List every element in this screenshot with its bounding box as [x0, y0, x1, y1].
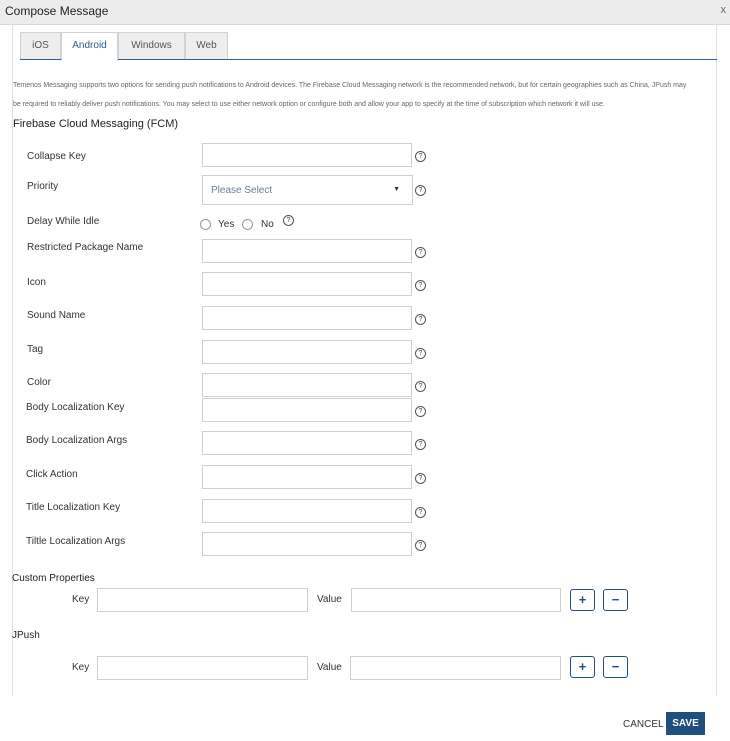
custom-value-label: Value [317, 594, 342, 605]
color-input[interactable] [202, 373, 412, 397]
title-loc-key-input[interactable] [202, 499, 412, 523]
jpush-value-input[interactable] [350, 656, 561, 680]
close-icon[interactable]: x [721, 4, 727, 16]
icon-help-icon[interactable]: ? [415, 280, 426, 291]
tab-divider [20, 59, 717, 60]
collapse-key-input[interactable] [202, 143, 412, 167]
tab-web[interactable]: Web [185, 32, 228, 59]
chevron-down-icon: ▼ [393, 186, 400, 193]
tab-ios[interactable]: iOS [20, 32, 61, 59]
click-action-label: Click Action [26, 469, 78, 480]
custom-key-label: Key [72, 594, 90, 605]
sound-name-label: Sound Name [27, 310, 86, 321]
icon-label: Icon [27, 277, 46, 288]
restricted-package-label: Restricted Package Name [27, 242, 144, 253]
click-action-help-icon[interactable]: ? [415, 473, 426, 484]
title-loc-args-input[interactable] [202, 532, 412, 556]
body-loc-args-help-icon[interactable]: ? [415, 439, 426, 450]
delay-while-idle-label: Delay While Idle [27, 216, 100, 227]
title-loc-args-label: Tiltle Localization Args [26, 536, 126, 547]
title-loc-key-help-icon[interactable]: ? [415, 507, 426, 518]
custom-add-button[interactable]: + [570, 589, 595, 611]
jpush-remove-button[interactable]: − [603, 656, 628, 678]
cancel-button[interactable]: CANCEL [623, 719, 664, 730]
delay-no-label: No [261, 219, 274, 230]
jpush-key-label: Key [72, 662, 90, 673]
title-loc-args-help-icon[interactable]: ? [415, 540, 426, 551]
body-loc-key-label: Body Localization Key [26, 402, 125, 413]
jpush-add-button[interactable]: + [570, 656, 595, 678]
jpush-key-input[interactable] [97, 656, 308, 680]
save-button[interactable]: SAVE [666, 712, 705, 735]
delay-yes-label: Yes [218, 219, 235, 230]
restricted-package-help-icon[interactable]: ? [415, 247, 426, 258]
delay-yes-radio[interactable] [200, 219, 211, 230]
jpush-value-label: Value [317, 662, 342, 673]
tab-android[interactable]: Android [61, 32, 118, 61]
icon-input[interactable] [202, 272, 412, 296]
priority-help-icon[interactable]: ? [415, 185, 426, 196]
intro-line-1: Temenos Messaging supports two options f… [13, 82, 687, 89]
restricted-package-input[interactable] [202, 239, 412, 263]
priority-placeholder: Please Select [211, 185, 273, 196]
tag-input[interactable] [202, 340, 412, 364]
delay-no-radio[interactable] [242, 219, 253, 230]
tag-label: Tag [27, 344, 44, 355]
color-help-icon[interactable]: ? [415, 381, 426, 392]
tab-windows[interactable]: Windows [118, 32, 185, 59]
body-loc-args-label: Body Localization Args [26, 435, 128, 446]
window-title: Compose Message [5, 4, 109, 18]
sound-name-input[interactable] [202, 306, 412, 330]
delay-while-idle-help-icon[interactable]: ? [283, 215, 294, 226]
color-label: Color [27, 377, 51, 388]
title-loc-key-label: Title Localization Key [26, 502, 121, 513]
fcm-section-title: Firebase Cloud Messaging (FCM) [13, 118, 179, 130]
body-loc-args-input[interactable] [202, 431, 412, 455]
priority-select[interactable]: Please Select ▼ [202, 175, 413, 205]
custom-remove-button[interactable]: − [603, 589, 628, 611]
priority-label: Priority [27, 181, 59, 192]
title-bar: Compose Message x [0, 0, 730, 25]
click-action-input[interactable] [202, 465, 412, 489]
collapse-key-label: Collapse Key [27, 151, 86, 162]
intro-line-2: be required to reliably deliver push not… [13, 101, 605, 108]
tag-help-icon[interactable]: ? [415, 348, 426, 359]
custom-properties-title: Custom Properties [12, 573, 95, 584]
jpush-title: JPush [12, 630, 40, 641]
custom-value-input[interactable] [351, 588, 561, 612]
sound-name-help-icon[interactable]: ? [415, 314, 426, 325]
collapse-key-help-icon[interactable]: ? [415, 151, 426, 162]
custom-key-input[interactable] [97, 588, 308, 612]
body-loc-key-help-icon[interactable]: ? [415, 406, 426, 417]
intro-text: Temenos Messaging supports two options f… [13, 76, 718, 114]
body-loc-key-input[interactable] [202, 398, 412, 422]
